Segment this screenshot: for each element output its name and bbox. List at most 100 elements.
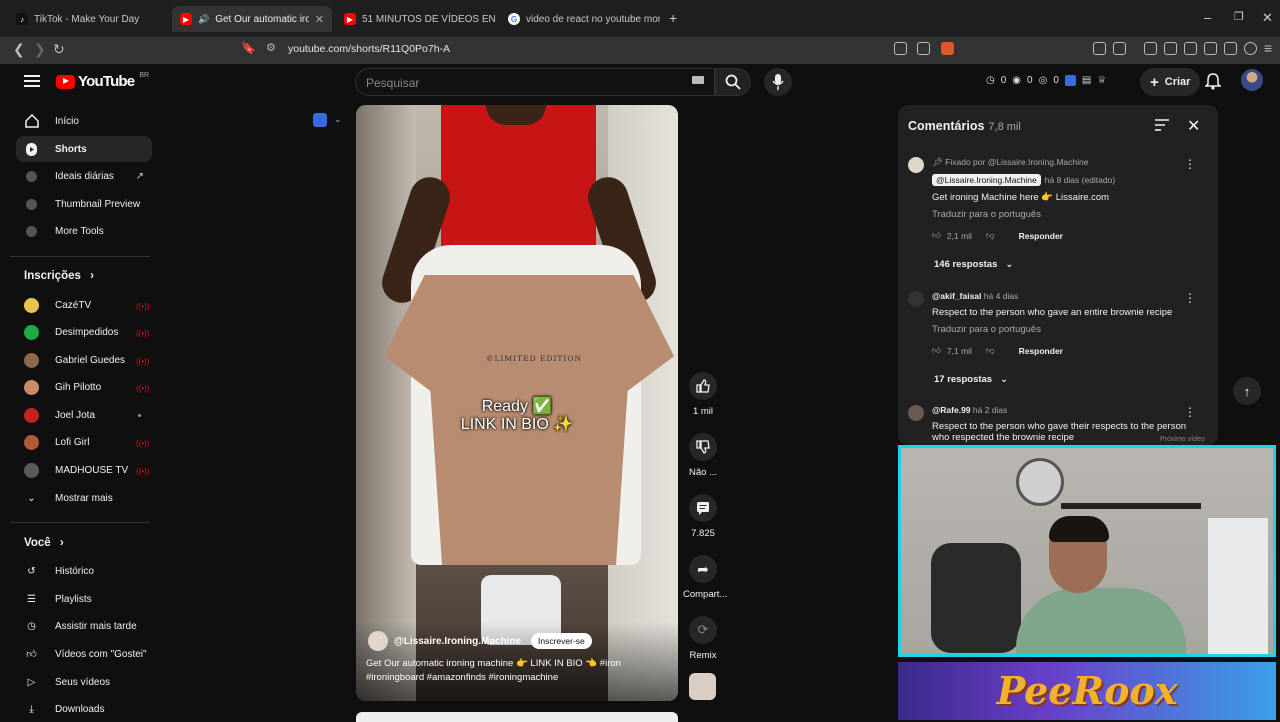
- sidebar-item-channel[interactable]: Desimpedidos ((•)): [16, 319, 152, 345]
- minimize-icon[interactable]: –: [1204, 10, 1211, 25]
- notifications-bell-icon[interactable]: [1205, 73, 1221, 90]
- comment-avatar[interactable]: [908, 157, 924, 173]
- comment-author[interactable]: @akif_faisal: [932, 291, 981, 301]
- voice-search-button[interactable]: [764, 68, 792, 96]
- hamburger-menu-icon[interactable]: [24, 74, 40, 88]
- tab-google[interactable]: G video de react no youtube monetiza: [500, 6, 660, 32]
- view-replies-button[interactable]: 17 respostas ⌄: [934, 374, 1192, 385]
- youtube-logo[interactable]: YouTube BR: [56, 72, 149, 90]
- previous-video-button[interactable]: ↑: [1233, 377, 1261, 405]
- menu-icon[interactable]: ≡: [1264, 40, 1272, 56]
- sidebar-item-channel[interactable]: CazéTV ((•)): [16, 292, 152, 318]
- more-options-icon[interactable]: ⋮: [1184, 157, 1196, 171]
- shorts-video-player[interactable]: ©LIMITED EDITION Ready ✅ LINK IN BIO ✨ @…: [356, 105, 678, 701]
- sidebar-icon[interactable]: [1184, 42, 1197, 55]
- sort-icon[interactable]: [1155, 119, 1169, 131]
- channel-avatar[interactable]: [368, 631, 388, 651]
- sidebar-item-thumbnail-preview[interactable]: Thumbnail Preview: [16, 191, 152, 217]
- reply-button[interactable]: Responder: [1019, 346, 1063, 356]
- sidebar-item-channel[interactable]: Joel Jota: [16, 402, 152, 428]
- tab-tiktok[interactable]: ♪ TikTok - Make Your Day: [8, 6, 168, 32]
- short-description[interactable]: Get Our automatic ironing machine 👉 LINK…: [366, 657, 626, 685]
- restore-icon[interactable]: ❐: [1234, 10, 1244, 23]
- thumbs-up-icon[interactable]: 👍︎: [932, 230, 941, 241]
- vpn-icon[interactable]: [1244, 42, 1257, 55]
- search-input[interactable]: Pesquisar: [355, 68, 715, 96]
- chart-icon[interactable]: ▤: [1082, 75, 1091, 86]
- thumbs-up-icon[interactable]: 👍︎: [932, 345, 941, 356]
- tab-youtube-2[interactable]: ▶ 51 MINUTOS DE VÍDEOS ENGRAÇAD: [336, 6, 496, 32]
- sidebar-item-history[interactable]: ↺ Histórico: [16, 558, 152, 584]
- translate-link[interactable]: Traduzir para o português: [932, 324, 1192, 335]
- cast-icon[interactable]: [894, 42, 907, 55]
- comment-time[interactable]: há 2 dias: [973, 405, 1008, 415]
- sidebar-item-home[interactable]: Início: [16, 108, 152, 134]
- comment-time[interactable]: há 8 dias (editado): [1045, 175, 1115, 185]
- sidebar-item-liked-videos[interactable]: 👍︎ Vídeos com "Gostei": [16, 641, 152, 667]
- back-icon[interactable]: ❮: [13, 41, 25, 58]
- sidebar-item-watch-later[interactable]: ◷ Assistir mais tarde: [16, 613, 152, 639]
- sidebar-item-more-tools[interactable]: More Tools: [16, 218, 152, 244]
- thumbs-down-icon[interactable]: 👎︎: [986, 345, 995, 356]
- sidebar-item-channel[interactable]: Lofi Girl ((•)): [16, 429, 152, 455]
- account-avatar[interactable]: [1241, 69, 1263, 91]
- close-icon[interactable]: ✕: [1187, 116, 1200, 136]
- comment-time[interactable]: há 4 dias: [984, 291, 1019, 301]
- dislike-button[interactable]: Não ...: [683, 433, 723, 478]
- vidiq-icon[interactable]: [1064, 75, 1076, 86]
- comment-author[interactable]: @Lissaire.Ironing.Machine: [932, 174, 1041, 186]
- comment-author[interactable]: @Rafe.99: [932, 405, 971, 415]
- extension-icon[interactable]: [1113, 42, 1126, 55]
- channel-name[interactable]: @Lissaire.Ironing.Machine: [394, 636, 521, 647]
- you-heading[interactable]: Você ›: [24, 537, 64, 549]
- sound-thumbnail[interactable]: [689, 673, 716, 700]
- sidebar-item-your-videos[interactable]: ▷ Seus vídeos: [16, 669, 152, 695]
- downloads-icon[interactable]: [1144, 42, 1157, 55]
- forward-icon[interactable]: ❯: [34, 41, 46, 58]
- sidebar-item-ideias-diarias[interactable]: Ideais diárias ↗: [16, 163, 152, 189]
- show-more-button[interactable]: ⌄ Mostrar mais: [16, 485, 152, 511]
- chevron-down-icon[interactable]: ⌄: [334, 114, 342, 125]
- trophy-icon[interactable]: ♕: [1097, 75, 1106, 86]
- sidebar-item-shorts[interactable]: Shorts: [16, 136, 152, 162]
- keyboard-icon[interactable]: [692, 76, 704, 84]
- remix-button[interactable]: ⟳ Remix: [683, 616, 723, 661]
- close-tab-icon[interactable]: ✕: [315, 13, 324, 26]
- music-icon[interactable]: [1164, 42, 1177, 55]
- sidebar-item-downloads[interactable]: ⤓ Downloads: [16, 696, 152, 722]
- next-short-preview[interactable]: [356, 712, 678, 722]
- subscriptions-heading[interactable]: Inscrições ›: [24, 270, 94, 282]
- subscribe-button[interactable]: Inscrever-se: [531, 633, 592, 649]
- bookmark-icon[interactable]: 🔖: [241, 41, 256, 55]
- sidebar-item-channel[interactable]: MADHOUSE TV ((•)): [16, 457, 152, 483]
- thumbs-down-icon[interactable]: 👎︎: [986, 230, 995, 241]
- comment-avatar[interactable]: [908, 291, 924, 307]
- reply-button[interactable]: Responder: [1019, 231, 1063, 241]
- sidebar-item-channel[interactable]: Gabriel Guedes ((•)): [16, 347, 152, 373]
- leo-icon[interactable]: [1224, 42, 1237, 55]
- share-icon[interactable]: [917, 42, 930, 55]
- comment-avatar[interactable]: [908, 405, 924, 421]
- extension-icon[interactable]: [1093, 42, 1106, 55]
- wallet-icon[interactable]: [1204, 42, 1217, 55]
- more-options-icon[interactable]: ⋮: [1184, 291, 1196, 305]
- tab-youtube-active[interactable]: ▶ 🔊 Get Our automatic ironing m ✕: [172, 6, 332, 32]
- more-options-icon[interactable]: ⋮: [1184, 405, 1196, 419]
- brave-shield-icon[interactable]: [941, 42, 954, 55]
- translate-link[interactable]: Traduzir para o português: [932, 209, 1192, 220]
- reload-icon[interactable]: ↻: [53, 41, 65, 58]
- view-replies-button[interactable]: 146 respostas ⌄: [934, 259, 1192, 270]
- site-info-icon[interactable]: ⚙: [266, 41, 276, 54]
- like-button[interactable]: 1 mil: [683, 372, 723, 417]
- sidebar-item-playlists[interactable]: ☰ Playlists: [16, 586, 152, 612]
- sidebar-item-channel[interactable]: Gih Pilotto ((•)): [16, 374, 152, 400]
- search-button[interactable]: [715, 68, 751, 96]
- sidebar-item-label: Ideais diárias: [55, 170, 114, 182]
- close-window-icon[interactable]: ✕: [1262, 10, 1273, 26]
- new-tab-button[interactable]: +: [669, 10, 677, 26]
- create-button[interactable]: + Criar: [1140, 68, 1201, 96]
- url-field[interactable]: youtube.com/shorts/R11Q0Po7h-A: [288, 43, 450, 55]
- comments-button[interactable]: 7.825: [683, 494, 723, 539]
- share-button[interactable]: ➦ Compart...: [683, 555, 727, 600]
- vidiq-icon[interactable]: [313, 113, 327, 127]
